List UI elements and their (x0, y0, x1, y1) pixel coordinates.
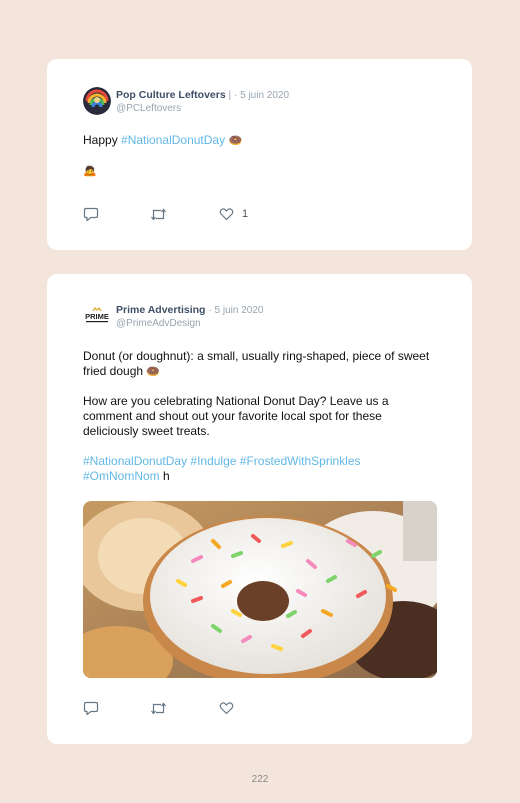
tweet-date[interactable]: · 5 juin 2020 (234, 90, 289, 101)
tweet-card-pcleftovers: Pop Culture Leftovers | · 5 juin 2020 @P… (47, 59, 472, 250)
tweet-header: Pop Culture Leftovers | · 5 juin 2020 @P… (83, 87, 436, 117)
tweet-card-primeadvertising: PRIME Prime Advertising · 5 juin 2020 @P… (47, 274, 472, 744)
tweet-text: Happy #NationalDonutDay 🍩 (83, 133, 436, 149)
tweet-date[interactable]: · 5 juin 2020 (208, 305, 263, 316)
hashtag-link[interactable]: #FrostedWithSprinkles (240, 454, 361, 468)
retweet-icon (151, 208, 166, 220)
retweet-icon (151, 702, 166, 714)
like-button[interactable] (219, 700, 234, 716)
text-prefix: Happy (83, 133, 122, 147)
reply-button[interactable] (83, 206, 99, 222)
bowing-emoji: 🙇 (83, 165, 97, 177)
hashtag-link[interactable]: #OmNomNom (83, 469, 160, 483)
retweet-button[interactable] (150, 700, 167, 716)
logo-text: PRIME (85, 312, 109, 321)
avatar[interactable]: PRIME (83, 302, 111, 330)
retweet-button[interactable] (150, 206, 167, 222)
like-icon (219, 208, 234, 221)
avatar[interactable] (83, 87, 111, 115)
display-name[interactable]: Prime Advertising (116, 304, 205, 316)
hashtag-link[interactable]: #NationalDonutDay (83, 454, 187, 468)
hashtag-link[interactable]: #Indulge (190, 454, 236, 468)
like-icon (219, 702, 234, 715)
page-number: 222 (251, 774, 269, 785)
tweet-paragraph-1: Donut (or doughnut): a small, usually ri… (83, 349, 436, 380)
definition-text: Donut (or doughnut): a small, usually ri… (83, 349, 430, 378)
like-count: 1 (242, 208, 249, 220)
hashtag-link[interactable]: #NationalDonutDay (121, 133, 225, 147)
reply-icon (83, 701, 99, 715)
name-separator: | (225, 90, 232, 101)
handle[interactable]: @PrimeAdvDesign (116, 318, 263, 331)
tweet-paragraph-2: How are you celebrating National Donut D… (83, 394, 436, 439)
trailing-text: h (159, 469, 170, 483)
question-text: How are you celebrating National Donut D… (83, 394, 389, 438)
like-button[interactable]: 1 (219, 206, 248, 222)
handle[interactable]: @PCLeftovers (116, 103, 289, 116)
tweet-photo[interactable] (83, 501, 437, 678)
donut-emoji: 🍩 (146, 366, 161, 378)
reply-icon (83, 207, 99, 221)
display-name[interactable]: Pop Culture Leftovers (116, 89, 226, 101)
tweet-header: PRIME Prime Advertising · 5 juin 2020 @P… (83, 302, 436, 332)
tweet-hashtags: #NationalDonutDay #Indulge #FrostedWithS… (83, 454, 436, 484)
donut-emoji: 🍩 (228, 135, 243, 147)
tweet-text-line2: 🙇 (83, 163, 436, 179)
reply-button[interactable] (83, 700, 99, 716)
